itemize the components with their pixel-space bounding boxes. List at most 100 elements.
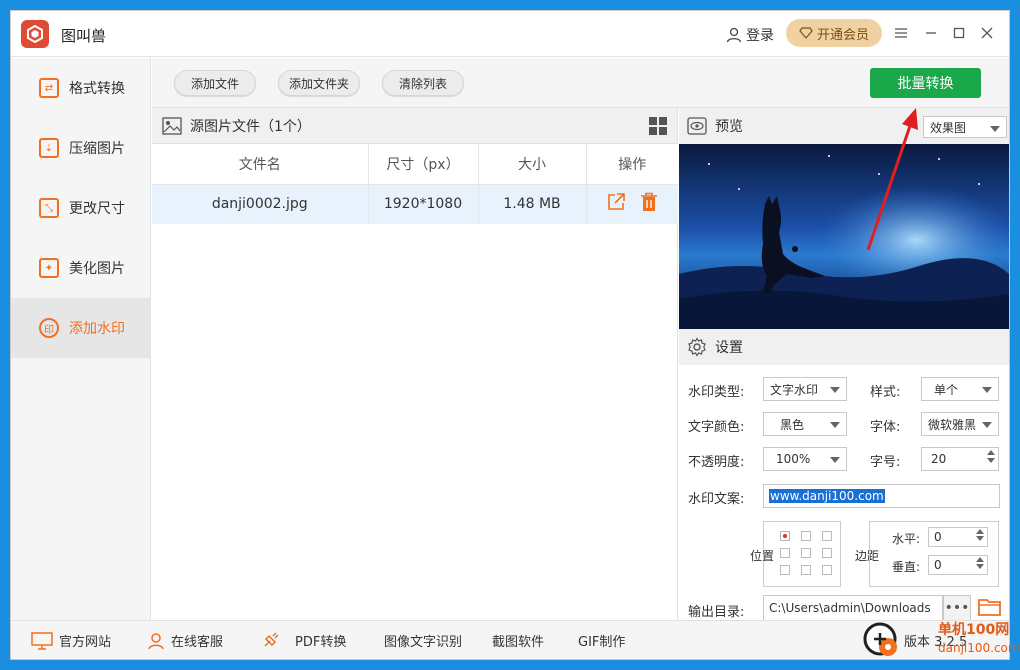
file-size: 1.48 MB xyxy=(478,184,587,224)
font-value: 微软雅黑 xyxy=(928,417,977,432)
sidebar-item-label: 压缩图片 xyxy=(69,141,125,157)
resize-icon: ⤡ xyxy=(39,198,59,218)
pdf-convert-link[interactable]: PDF转换 xyxy=(261,631,346,650)
ocr-label: 图像文字识别 xyxy=(384,635,463,650)
sidebar-item-beautify[interactable]: ✦ 美化图片 xyxy=(11,238,151,298)
browse-dots-button[interactable]: ••• xyxy=(943,595,971,621)
add-file-button[interactable]: 添加文件 xyxy=(174,70,256,96)
font-size-label: 字号: xyxy=(870,455,901,470)
image-icon xyxy=(162,116,182,135)
site-watermark: 单机100网 danji100.com xyxy=(862,619,1020,659)
close-icon[interactable] xyxy=(977,23,997,43)
horizontal-input[interactable]: 0 xyxy=(928,527,988,547)
file-count-title: 源图片文件（1个） xyxy=(190,118,311,135)
sidebar-item-add-watermark[interactable]: 印 添加水印 xyxy=(11,298,151,358)
sidebar-item-resize[interactable]: ⤡ 更改尺寸 xyxy=(11,178,151,238)
font-size-stepper[interactable] xyxy=(987,450,995,463)
position-cell[interactable] xyxy=(822,565,832,575)
app-logo-icon xyxy=(21,20,49,48)
watermark-site-url: danji100.com xyxy=(938,641,1020,655)
sidebar-item-label: 添加水印 xyxy=(69,321,125,337)
position-cell[interactable] xyxy=(801,531,811,541)
opacity-select[interactable]: 100% xyxy=(763,447,847,471)
position-cell[interactable] xyxy=(780,531,790,541)
preview-image xyxy=(679,144,1009,329)
horizontal-value: 0 xyxy=(934,530,942,544)
annotation-arrow xyxy=(866,108,918,251)
open-external-icon[interactable] xyxy=(606,192,626,212)
font-size-input[interactable]: 20 xyxy=(921,447,999,471)
vertical-label: 垂直: xyxy=(892,560,921,574)
watermark-type-value: 文字水印 xyxy=(770,382,819,397)
delete-icon[interactable] xyxy=(640,192,658,212)
file-panel-header: 源图片文件（1个） xyxy=(152,108,677,144)
position-cell[interactable] xyxy=(801,565,811,575)
vertical-value: 0 xyxy=(934,558,942,572)
maximize-icon[interactable] xyxy=(949,23,969,43)
sidebar-item-format-convert[interactable]: ⇄ 格式转换 xyxy=(11,58,151,118)
compress-icon: ⇣ xyxy=(39,138,59,158)
plug-icon xyxy=(264,631,279,647)
minimize-icon[interactable] xyxy=(921,23,941,43)
sidebar-item-compress[interactable]: ⇣ 压缩图片 xyxy=(11,118,151,178)
batch-convert-button[interactable]: 批量转换 xyxy=(870,68,981,98)
watermark-text-input[interactable]: www.danji100.com xyxy=(763,484,1000,508)
watermark-type-select[interactable]: 文字水印 xyxy=(763,377,847,401)
screenshot-link[interactable]: 截图软件 xyxy=(492,631,544,650)
position-cell[interactable] xyxy=(780,565,790,575)
preview-mode-select[interactable]: 效果图 xyxy=(923,116,1007,138)
file-dimensions: 1920*1080 xyxy=(368,184,479,224)
output-dir-label: 输出目录: xyxy=(688,605,745,620)
login-label: 登录 xyxy=(746,28,774,44)
position-cell[interactable] xyxy=(780,548,790,558)
file-name: danji0002.jpg xyxy=(152,184,369,224)
table-row[interactable]: danji0002.jpg 1920*1080 1.48 MB xyxy=(152,184,678,224)
folder-icon[interactable] xyxy=(978,597,1002,617)
watermark-text-label: 水印文案: xyxy=(688,492,745,507)
online-support-link[interactable]: 在线客服 xyxy=(147,631,223,650)
pdf-convert-label: PDF转换 xyxy=(295,635,347,650)
font-label: 字体: xyxy=(870,420,901,435)
ocr-link[interactable]: 图像文字识别 xyxy=(384,631,462,650)
font-size-value: 20 xyxy=(931,452,947,466)
vertical-input[interactable]: 0 xyxy=(928,555,988,575)
font-select[interactable]: 微软雅黑 xyxy=(921,412,999,436)
settings-label: 设置 xyxy=(715,340,743,356)
horizontal-stepper[interactable] xyxy=(976,529,984,541)
diamond-icon xyxy=(799,27,813,39)
position-grid xyxy=(763,521,841,587)
add-folder-button[interactable]: 添加文件夹 xyxy=(278,70,360,96)
app-title: 图叫兽 xyxy=(61,27,107,45)
user-icon xyxy=(726,27,742,43)
stamp-icon: 印 xyxy=(39,318,59,338)
text-color-select[interactable]: 黑色 xyxy=(763,412,847,436)
position-cell[interactable] xyxy=(822,531,832,541)
text-color-value: 黑色 xyxy=(780,417,805,432)
gear-icon xyxy=(688,337,706,357)
style-label: 样式: xyxy=(870,385,901,400)
bottom-bar: 官方网站 在线客服 PDF转换 图像文字识别 截图软件 GIF制作 版本 3.2… xyxy=(11,620,1009,659)
clear-list-button[interactable]: 清除列表 xyxy=(382,70,464,96)
file-actions xyxy=(586,184,678,224)
margin-box: 水平: 0 垂直: 0 xyxy=(869,521,999,587)
grid-view-icon[interactable] xyxy=(649,117,667,135)
position-cell[interactable] xyxy=(801,548,811,558)
vertical-stepper[interactable] xyxy=(976,557,984,569)
opacity-value: 100% xyxy=(776,452,811,466)
monitor-icon xyxy=(31,631,53,650)
official-site-link[interactable]: 官方网站 xyxy=(31,631,111,650)
menu-icon[interactable] xyxy=(891,23,911,43)
eye-icon xyxy=(687,117,707,135)
position-cell[interactable] xyxy=(822,548,832,558)
watermark-type-label: 水印类型: xyxy=(688,385,745,400)
swap-icon: ⇄ xyxy=(39,78,59,98)
output-dir-input[interactable]: C:\Users\admin\Downloads xyxy=(763,595,943,621)
sidebar-item-label: 格式转换 xyxy=(69,81,125,97)
settings-header: 设置 xyxy=(679,329,1009,365)
style-value: 单个 xyxy=(934,382,959,397)
vip-button[interactable]: 开通会员 xyxy=(786,19,882,47)
gif-maker-link[interactable]: GIF制作 xyxy=(578,631,625,650)
login-button[interactable]: 登录 xyxy=(726,25,774,45)
style-select[interactable]: 单个 xyxy=(921,377,999,401)
screenshot-label: 截图软件 xyxy=(492,635,545,650)
